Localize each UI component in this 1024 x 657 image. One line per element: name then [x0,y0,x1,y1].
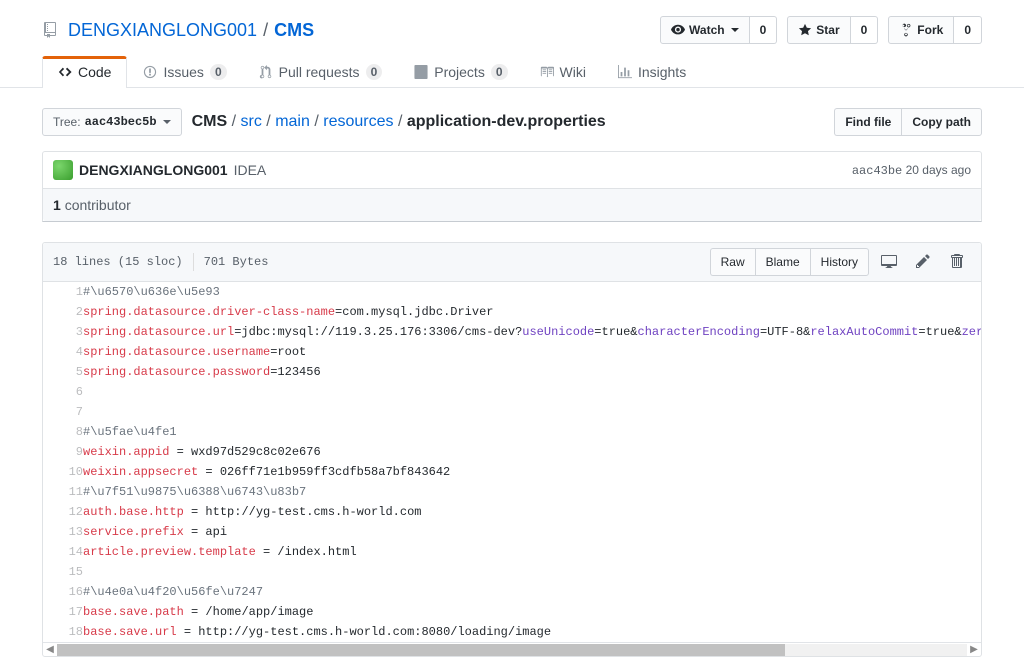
history-button[interactable]: History [810,248,869,276]
line-number[interactable]: 4 [43,342,83,362]
tab-projects[interactable]: Projects 0 [398,56,523,88]
path-separator: / [261,20,270,41]
line-number[interactable]: 8 [43,422,83,442]
code-line [83,382,981,402]
code-line: base.save.url = http://yg-test.cms.h-wor… [83,622,981,642]
code-table: 1#\u6570\u636e\u5e932spring.datasource.d… [43,282,981,642]
desktop-icon [881,253,897,269]
line-number[interactable]: 9 [43,442,83,462]
scroll-right-icon[interactable]: ▶ [967,644,981,655]
line-number[interactable]: 2 [43,302,83,322]
repo-title: DENGXIANGLONG001 / CMS [42,20,314,41]
blame-button[interactable]: Blame [755,248,810,276]
line-number[interactable]: 1 [43,282,83,302]
horizontal-scrollbar[interactable]: ◀ ▶ [43,642,981,656]
fork-icon [899,23,913,37]
breadcrumb-src[interactable]: src [241,113,262,130]
line-number[interactable]: 14 [43,542,83,562]
line-number[interactable]: 7 [43,402,83,422]
code-line: #\u4e0a\u4f20\u56fe\u7247 [83,582,981,602]
code-line: article.preview.template = /index.html [83,542,981,562]
breadcrumb: CMS / src / main / resources / applicati… [192,113,606,131]
pulls-count: 0 [366,64,383,80]
tab-code[interactable]: Code [42,56,127,88]
watch-count[interactable]: 0 [750,16,778,44]
code-line: weixin.appsecret = 026ff71e1b959ff3cdfb5… [83,462,981,482]
code-icon [58,65,72,79]
edit-icon-button[interactable] [909,249,937,276]
breadcrumb-root[interactable]: CMS [192,113,228,130]
desktop-icon-button[interactable] [875,249,903,276]
line-number[interactable]: 17 [43,602,83,622]
delete-icon-button[interactable] [943,249,971,276]
code-line: #\u5fae\u4fe1 [83,422,981,442]
code-line: #\u6570\u636e\u5e93 [83,282,981,302]
project-icon [414,65,428,79]
repo-nav: Code Issues 0 Pull requests 0 Projects 0… [42,56,982,88]
code-line: spring.datasource.password=123456 [83,362,981,382]
repo-name-link[interactable]: CMS [274,20,314,41]
code-scroll-wrapper[interactable]: 1#\u6570\u636e\u5e932spring.datasource.d… [43,282,981,642]
eye-icon [671,23,685,37]
breadcrumb-main[interactable]: main [275,113,310,130]
pencil-icon [915,253,931,269]
commit-sha[interactable]: aac43be [852,164,902,178]
code-line: auth.base.http = http://yg-test.cms.h-wo… [83,502,981,522]
file-info: 18 lines (15 sloc)701 Bytes [53,253,268,271]
tab-issues[interactable]: Issues 0 [127,56,242,88]
line-number[interactable]: 12 [43,502,83,522]
code-line [83,562,981,582]
tab-pulls[interactable]: Pull requests 0 [243,56,399,88]
wiki-icon [540,65,554,79]
commit-message[interactable]: IDEA [234,162,267,178]
repo-actions: Watch 0 Star 0 Fork 0 [660,16,982,44]
commit-age: 20 days ago [906,163,971,177]
find-file-button[interactable]: Find file [834,108,901,136]
code-line: weixin.appid = wxd97d529c8c02e676 [83,442,981,462]
line-number[interactable]: 3 [43,322,83,342]
star-count[interactable]: 0 [851,16,879,44]
watch-button[interactable]: Watch [660,16,750,44]
tab-insights[interactable]: Insights [602,56,702,88]
code-line: spring.datasource.url=jdbc:mysql://119.3… [83,322,981,342]
contributors-bar: 1 contributor [43,188,981,221]
branch-select-button[interactable]: Tree: aac43bec5b [42,108,182,136]
avatar [53,160,73,180]
pull-request-icon [259,65,273,79]
code-line: #\u7f51\u9875\u6388\u6743\u83b7 [83,482,981,502]
projects-count: 0 [491,64,508,80]
issues-count: 0 [210,64,227,80]
star-icon [798,23,812,37]
line-number[interactable]: 15 [43,562,83,582]
scroll-left-icon[interactable]: ◀ [43,644,57,655]
issue-icon [143,65,157,79]
copy-path-button[interactable]: Copy path [901,108,982,136]
code-line: spring.datasource.username=root [83,342,981,362]
raw-button[interactable]: Raw [710,248,755,276]
code-line: service.prefix = api [83,522,981,542]
trash-icon [949,253,965,269]
code-line: base.save.path = /home/app/image [83,602,981,622]
insights-icon [618,65,632,79]
repo-owner-link[interactable]: DENGXIANGLONG001 [68,20,257,41]
repo-icon [42,22,58,38]
commit-author-link[interactable]: DENGXIANGLONG001 [79,162,228,178]
line-number[interactable]: 18 [43,622,83,642]
fork-button[interactable]: Fork [888,16,954,44]
code-line [83,402,981,422]
line-number[interactable]: 6 [43,382,83,402]
line-number[interactable]: 13 [43,522,83,542]
line-number[interactable]: 10 [43,462,83,482]
line-number[interactable]: 16 [43,582,83,602]
line-number[interactable]: 5 [43,362,83,382]
fork-count[interactable]: 0 [954,16,982,44]
line-number[interactable]: 11 [43,482,83,502]
breadcrumb-file: application-dev.properties [407,113,606,130]
tab-wiki[interactable]: Wiki [524,56,602,88]
breadcrumb-resources[interactable]: resources [323,113,393,130]
code-line: spring.datasource.driver-class-name=com.… [83,302,981,322]
star-button[interactable]: Star [787,16,850,44]
